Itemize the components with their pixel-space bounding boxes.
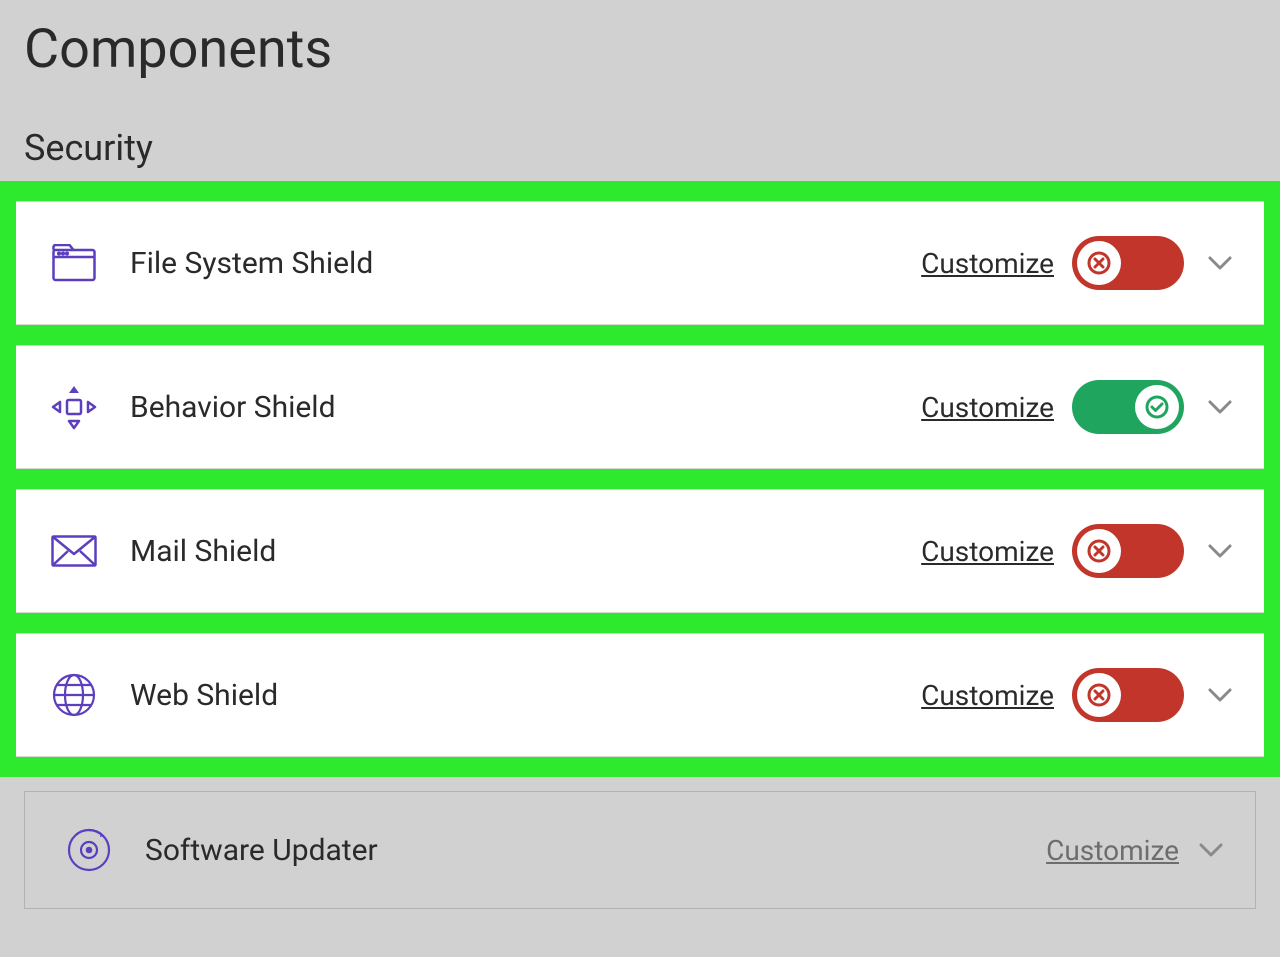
chevron-down-icon [1208, 688, 1232, 702]
expand-chevron-behavior-shield[interactable] [1206, 393, 1234, 421]
x-icon [1087, 539, 1111, 563]
chevron-down-icon [1208, 256, 1232, 270]
toggle-knob [1135, 385, 1179, 429]
component-row-behavior-shield: Behavior Shield Customize [16, 345, 1264, 469]
component-label: Web Shield [98, 678, 921, 713]
component-row-web-shield: Web Shield Customize [16, 633, 1264, 757]
move-icon [50, 383, 98, 431]
component-row-mail-shield: Mail Shield Customize [16, 489, 1264, 613]
customize-link-web-shield[interactable]: Customize [921, 679, 1054, 712]
customize-link-behavior-shield[interactable]: Customize [921, 391, 1054, 424]
expand-chevron-file-system-shield[interactable] [1206, 249, 1234, 277]
x-icon [1087, 683, 1111, 707]
toggle-knob [1077, 673, 1121, 717]
customize-link-mail-shield[interactable]: Customize [921, 535, 1054, 568]
toggle-file-system-shield[interactable] [1072, 236, 1184, 290]
toggle-behavior-shield[interactable] [1072, 380, 1184, 434]
x-icon [1087, 251, 1111, 275]
customize-link-software-updater[interactable]: Customize [1046, 834, 1179, 867]
component-label: File System Shield [98, 246, 921, 281]
toggle-mail-shield[interactable] [1072, 524, 1184, 578]
chevron-down-icon [1208, 400, 1232, 414]
customize-link-file-system-shield[interactable]: Customize [921, 247, 1054, 280]
globe-icon [50, 671, 98, 719]
chevron-down-icon [1199, 843, 1223, 857]
component-label: Software Updater [113, 833, 1046, 868]
folder-icon [50, 239, 98, 287]
section-title-security: Security [0, 81, 1280, 181]
security-components-group: File System Shield Customize [0, 181, 1280, 777]
expand-chevron-web-shield[interactable] [1206, 681, 1234, 709]
expand-chevron-mail-shield[interactable] [1206, 537, 1234, 565]
disc-icon [65, 826, 113, 874]
chevron-down-icon [1208, 544, 1232, 558]
component-label: Mail Shield [98, 534, 921, 569]
expand-chevron-software-updater[interactable] [1197, 836, 1225, 864]
component-label: Behavior Shield [98, 390, 921, 425]
component-row-file-system-shield: File System Shield Customize [16, 201, 1264, 325]
toggle-knob [1077, 529, 1121, 573]
page-title: Components [0, 0, 1280, 81]
check-icon [1145, 395, 1169, 419]
toggle-web-shield[interactable] [1072, 668, 1184, 722]
toggle-knob [1077, 241, 1121, 285]
mail-icon [50, 527, 98, 575]
component-row-software-updater: Software Updater Customize [24, 791, 1256, 909]
